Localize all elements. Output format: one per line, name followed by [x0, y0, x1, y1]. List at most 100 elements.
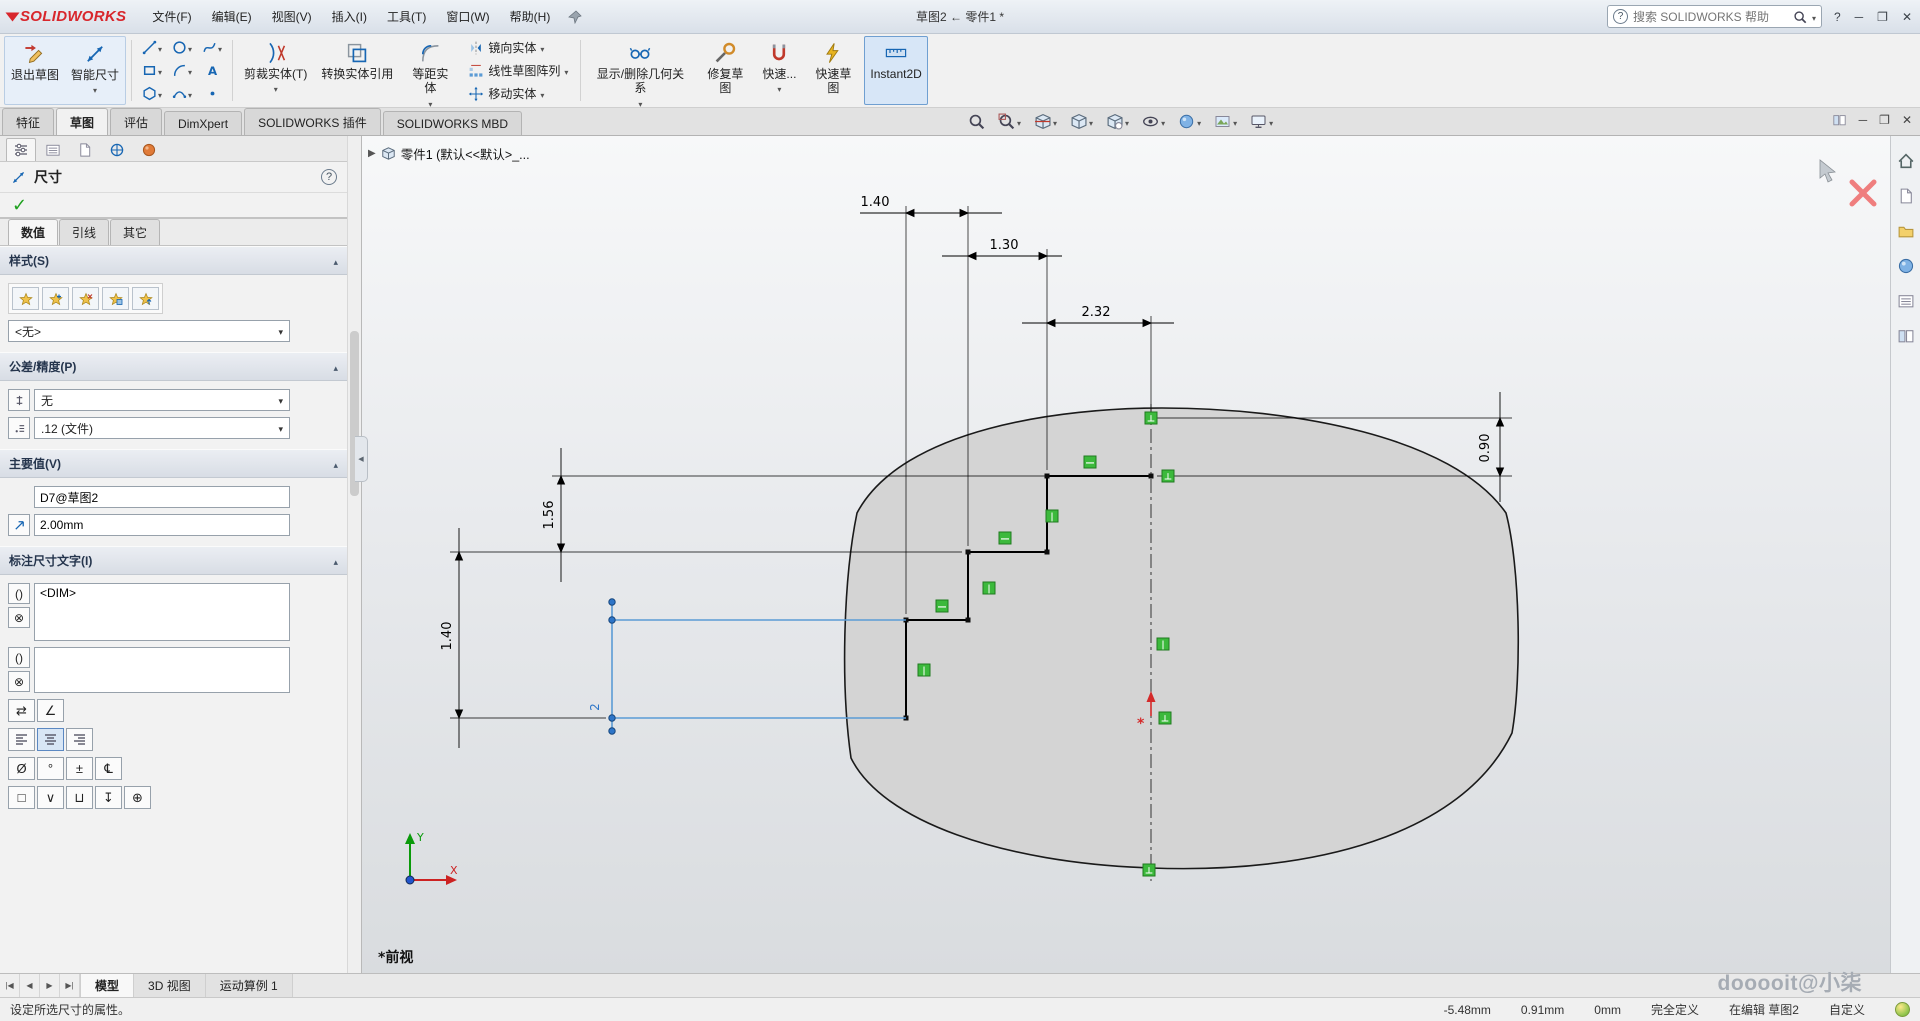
dimension-value-input[interactable] [34, 514, 290, 536]
constraint-badge[interactable]: — [998, 531, 1012, 545]
dimension-name-field[interactable] [34, 486, 290, 508]
trim-entities-button[interactable]: 剪裁实体(T) [238, 36, 313, 105]
depth-symbol-button[interactable]: ↧ [95, 786, 122, 809]
dimension-label[interactable]: 1.40 [861, 195, 890, 210]
section-view-caret[interactable] [1053, 115, 1057, 129]
trim-entities-caret[interactable] [274, 81, 278, 95]
menu-item-tools[interactable]: 工具(T) [377, 2, 436, 31]
constraint-badge[interactable]: ⊥ [1161, 469, 1175, 483]
justify-right-button[interactable] [66, 728, 93, 751]
tab-3d-views[interactable]: 3D 视图 [134, 974, 206, 997]
restore-button[interactable]: ❐ [1877, 10, 1888, 24]
constraint-badge[interactable]: | [917, 663, 931, 677]
more-symbols-button[interactable]: ⊕ [124, 786, 151, 809]
linear-pattern-caret[interactable] [564, 64, 568, 78]
view-settings-caret[interactable] [1269, 115, 1273, 129]
tab-motion-study[interactable]: 运动算例 1 [205, 974, 293, 997]
constraint-badge[interactable]: ⊥ [1144, 411, 1158, 425]
rectangle-tool-caret[interactable] [158, 64, 162, 78]
plus-minus-symbol-button[interactable]: ± [66, 757, 93, 780]
minimize-button[interactable]: ─ [1855, 10, 1864, 24]
resource-monitor-icon[interactable] [1895, 1002, 1910, 1017]
square-symbol-button[interactable]: □ [8, 786, 35, 809]
extension-line-toggle-button[interactable]: ⇄ [8, 699, 35, 722]
apply-scene-caret[interactable] [1233, 115, 1237, 129]
tab-solidworks-addins[interactable]: SOLIDWORKS 插件 [244, 108, 381, 135]
graphics-viewport[interactable]: ▶ 零件1 (默认<<默认>_... 1.40 1.30 2.32 1.56 1… [362, 136, 1890, 973]
menu-item-window[interactable]: 窗口(W) [436, 2, 499, 31]
menu-item-edit[interactable]: 编辑(E) [202, 2, 262, 31]
rapid-sketch-button[interactable]: 快速草图 [804, 36, 862, 105]
panes-icon[interactable] [1897, 327, 1915, 345]
exit-sketch-button[interactable]: 退出草图 [5, 37, 65, 104]
justify-center-button[interactable] [37, 728, 64, 751]
circle-tool-caret[interactable] [188, 41, 192, 55]
angle-text-button[interactable]: ∠ [37, 699, 64, 722]
move-entities-button[interactable]: 移动实体 [461, 83, 575, 104]
cancel-sketch-button[interactable] [1849, 179, 1877, 207]
view-settings-button[interactable] [1247, 111, 1276, 132]
doc-minimize-button[interactable]: ─ [1859, 113, 1868, 127]
add-parenthesis-button-2[interactable]: () [8, 647, 30, 668]
line-tool-button[interactable] [137, 36, 167, 59]
mirror-entities-caret[interactable] [540, 41, 544, 55]
text-tool-button[interactable]: A [197, 59, 227, 82]
constraint-badge[interactable]: | [982, 581, 996, 595]
counterbore-symbol-button[interactable]: ⊔ [66, 786, 93, 809]
dimension-text-input[interactable]: <DIM> [34, 583, 290, 641]
last-tab-button[interactable]: ▶| [60, 974, 80, 997]
spline-tool-caret[interactable] [218, 41, 222, 55]
constraint-badge[interactable]: — [1083, 455, 1097, 469]
doc-restore-button[interactable]: ❐ [1879, 113, 1890, 127]
tab-leaders[interactable]: 引线 [59, 219, 110, 245]
tab-features[interactable]: 特征 [2, 108, 55, 135]
linear-pattern-button[interactable]: 线性草图阵列 [461, 60, 575, 81]
selected-dimension-label[interactable]: 2 [588, 703, 602, 711]
menu-item-file[interactable]: 文件(F) [142, 2, 201, 31]
delete-style-button[interactable] [72, 287, 99, 310]
zoom-area-caret[interactable] [1017, 115, 1021, 129]
quick-snaps-caret[interactable] [777, 81, 781, 95]
design-library-folder-icon[interactable] [1897, 222, 1915, 240]
part-tree-label[interactable]: 零件1 (默认<<默认>_... [401, 144, 530, 163]
override-value-button[interactable] [8, 514, 30, 536]
sketch-canvas[interactable]: 1.40 1.30 2.32 1.56 1.40 0.90 2 ⊥ ⊥ — | … [362, 136, 1890, 973]
style-section-header[interactable]: 样式(S) [0, 246, 347, 275]
instant2d-button[interactable]: Instant2D [864, 36, 928, 105]
style-select[interactable]: <无> [8, 320, 290, 342]
mirror-entities-button[interactable]: 镜向实体 [461, 37, 575, 58]
secondary-dimension-text-input[interactable] [34, 647, 290, 693]
hide-show-items-caret[interactable] [1161, 115, 1165, 129]
polygon-tool-button[interactable] [137, 82, 167, 105]
edit-appearance-caret[interactable] [1197, 115, 1201, 129]
split-view-icon[interactable] [1832, 113, 1847, 127]
smart-dimension-caret[interactable] [93, 82, 97, 96]
tab-other[interactable]: 其它 [110, 219, 161, 245]
center-dimension-button-2[interactable]: ⊗ [8, 671, 30, 692]
tab-evaluate[interactable]: 评估 [110, 108, 163, 135]
tab-sketch[interactable]: 草图 [56, 108, 109, 135]
arc-tool-button[interactable] [167, 59, 197, 82]
edit-appearance-button[interactable] [1175, 111, 1204, 132]
part-face[interactable] [843, 407, 1520, 870]
units-selector[interactable]: 自定义 [1829, 1001, 1865, 1018]
help-button[interactable]: ? [1834, 10, 1841, 24]
search-options-caret[interactable] [1812, 10, 1816, 24]
menu-item-insert[interactable]: 插入(I) [322, 2, 377, 31]
rectangle-tool-button[interactable] [137, 59, 167, 82]
load-style-button[interactable] [132, 287, 159, 310]
convert-entities-button[interactable]: 转换实体引用 [315, 36, 399, 105]
tab-property-manager[interactable] [6, 138, 36, 161]
dimension-label[interactable]: 1.40 [440, 622, 455, 651]
search-input[interactable] [1632, 9, 1788, 24]
home-icon[interactable] [1897, 152, 1915, 170]
arc-tool-caret[interactable] [188, 64, 192, 78]
add-parenthesis-button[interactable]: () [8, 583, 30, 604]
tab-dimxpert-manager[interactable] [70, 138, 100, 161]
save-style-button[interactable] [102, 287, 129, 310]
section-view-button[interactable] [1031, 111, 1060, 132]
center-dimension-button[interactable]: ⊗ [8, 607, 30, 628]
apply-scene-button[interactable] [1211, 111, 1240, 132]
dimension-text-header[interactable]: 标注尺寸文字(I) [0, 546, 347, 575]
point-tool-button[interactable] [197, 82, 227, 105]
